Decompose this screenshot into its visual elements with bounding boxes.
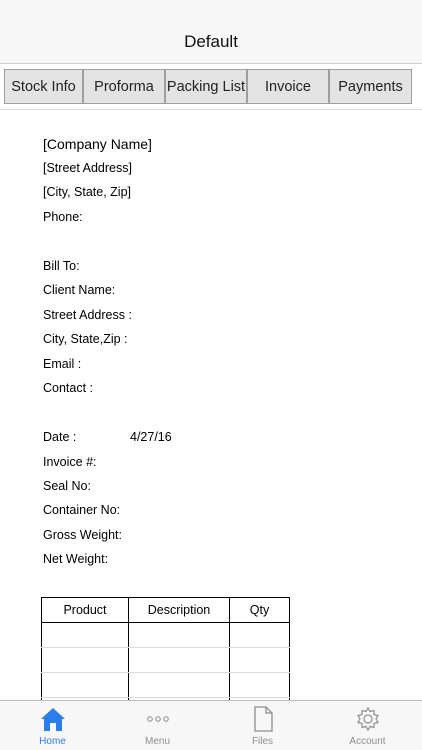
file-icon — [210, 706, 315, 732]
navigation-bar: Default — [0, 0, 422, 64]
tab-stock-info[interactable]: Stock Info — [4, 69, 83, 104]
company-city: [City, State, Zip] — [43, 185, 131, 199]
tab-bar-home-label: Home — [39, 736, 66, 747]
gear-icon — [315, 706, 420, 732]
table-cell — [128, 647, 230, 673]
table-cell — [128, 672, 230, 698]
tab-bar-files[interactable]: Files — [210, 701, 315, 750]
date-value: 4/27/16 — [130, 430, 172, 444]
company-name: [Company Name] — [43, 136, 152, 152]
product-column-header: Product — [41, 597, 129, 623]
tab-proforma[interactable]: Proforma — [83, 69, 165, 104]
tab-payments[interactable]: Payments — [329, 69, 412, 104]
invoice-document: [Company Name] [Street Address] [City, S… — [0, 111, 422, 700]
table-cell — [128, 622, 230, 648]
net-weight-label: Net Weight: — [43, 552, 109, 566]
table-row — [41, 647, 290, 673]
company-street: [Street Address] — [43, 161, 132, 175]
tab-bar-menu-label: Menu — [144, 736, 170, 747]
date-label: Date : — [43, 430, 77, 444]
tab-invoice[interactable]: Invoice — [247, 69, 329, 104]
seal-no-label: Seal No: — [43, 479, 91, 493]
bottom-tab-bar: Home Menu Files Account — [0, 700, 422, 750]
description-column-header: Description — [128, 597, 230, 623]
contact-label: Contact : — [43, 381, 94, 395]
more-dots-icon — [105, 706, 210, 732]
table-cell — [41, 672, 129, 698]
qty-column-header: Qty — [229, 597, 290, 623]
table-row — [41, 672, 290, 698]
page-title: Default — [184, 32, 238, 51]
bill-to-label: Bill To: — [43, 259, 80, 273]
tab-bar-account-label: Account — [349, 736, 386, 747]
table-cell — [41, 622, 129, 648]
table-cell — [41, 647, 129, 673]
table-cell — [229, 622, 290, 648]
home-icon — [0, 706, 105, 732]
gross-weight-label: Gross Weight: — [43, 528, 122, 542]
client-name-label: Client Name: — [43, 283, 116, 297]
company-phone: Phone: — [43, 210, 83, 224]
tab-packing-list[interactable]: Packing List — [165, 69, 247, 104]
street-address-label: Street Address : — [43, 308, 132, 322]
email-label: Email : — [43, 357, 82, 371]
table-cell — [229, 672, 290, 698]
segment-tabs: Stock Info Proforma Packing List Invoice… — [0, 64, 422, 110]
tab-bar-account[interactable]: Account — [315, 701, 420, 750]
city-state-zip-label: City, State,Zip : — [43, 332, 128, 346]
tab-bar-menu[interactable]: Menu — [105, 701, 210, 750]
tab-bar-home[interactable]: Home — [0, 701, 105, 750]
container-no-label: Container No: — [43, 503, 121, 517]
tab-bar-files-label: Files — [251, 736, 274, 747]
items-table: Product Description Qty — [41, 597, 290, 700]
table-header-row: Product Description Qty — [41, 597, 290, 623]
invoice-number-label: Invoice #: — [43, 455, 97, 469]
table-cell — [229, 647, 290, 673]
table-row — [41, 622, 290, 648]
